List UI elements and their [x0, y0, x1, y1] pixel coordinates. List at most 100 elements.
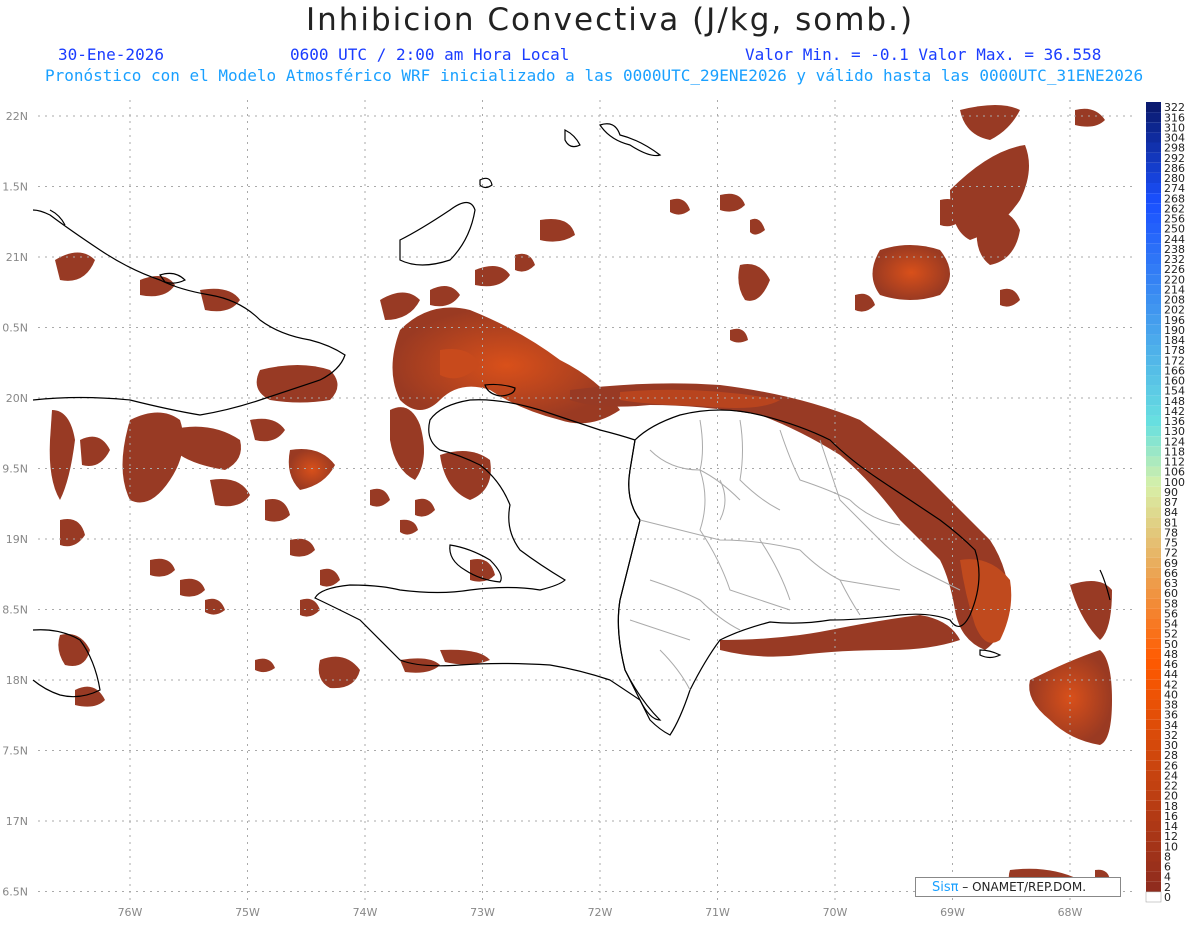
colorbar-swatch [1146, 365, 1161, 376]
lat-label: 17N [6, 815, 28, 828]
colorbar-swatch [1146, 284, 1161, 295]
lat-label: 7.5N [2, 745, 28, 758]
lon-label: 70W [823, 906, 848, 919]
colorbar-swatch [1146, 719, 1161, 730]
colorbar-swatch [1146, 790, 1161, 801]
colorbar-swatch [1146, 729, 1161, 740]
colorbar-swatch [1146, 456, 1161, 467]
lat-label: 6.5N [2, 886, 28, 899]
lat-label: 18N [6, 674, 28, 687]
lon-label: 76W [118, 906, 143, 919]
lon-label: 68W [1058, 906, 1083, 919]
colorbar-swatch [1146, 557, 1161, 568]
colorbar-swatch [1146, 274, 1161, 285]
colorbar-swatch [1146, 233, 1161, 244]
credit-brand: Sisπ [932, 880, 959, 895]
colorbar-swatch [1146, 871, 1161, 882]
lat-label: 8.5N [2, 604, 28, 617]
colorbar-swatch [1146, 193, 1161, 204]
map-canvas: 22N 1.5N 21N 0.5N 20N 9.5N 19N 8.5N 18N 7.5N 17N 6.… [2, 100, 1185, 919]
colorbar-swatch [1146, 324, 1161, 335]
longitude-labels: 76W 75W 74W 73W 72W 71W 70W 69W 68W [118, 906, 1083, 919]
colorbar-swatch [1146, 750, 1161, 761]
lat-label: 19N [6, 533, 28, 546]
colorbar-swatch [1146, 112, 1161, 123]
colorbar-swatch [1146, 598, 1161, 609]
colorbar-swatch [1146, 517, 1161, 528]
colorbar-swatch [1146, 223, 1161, 234]
colorbar-swatch [1146, 547, 1161, 558]
colorbar-swatch [1146, 355, 1161, 366]
colorbar-swatch [1146, 162, 1161, 173]
lon-label: 72W [588, 906, 613, 919]
colorbar-swatch [1146, 648, 1161, 659]
colorbar-swatch [1146, 780, 1161, 791]
colorbar-swatch [1146, 345, 1161, 356]
colorbar-swatch [1146, 810, 1161, 821]
lon-label: 74W [353, 906, 378, 919]
colorbar-swatch [1146, 679, 1161, 690]
colorbar-swatch [1146, 820, 1161, 832]
colorbar-swatch [1146, 770, 1161, 781]
colorbar-swatch [1146, 385, 1161, 396]
colorbar-swatch [1146, 800, 1161, 811]
colorbar-swatch [1146, 658, 1161, 670]
colorbar-swatch [1146, 395, 1161, 406]
colorbar-swatch [1146, 739, 1161, 751]
colorbar-swatch [1146, 669, 1161, 680]
colorbar-swatch [1146, 618, 1161, 629]
colorbar-swatch [1146, 264, 1161, 275]
colorbar-swatch [1146, 760, 1161, 771]
colorbar-swatch [1146, 496, 1161, 508]
colorbar-swatch [1146, 831, 1161, 842]
colorbar-swatch [1146, 608, 1161, 619]
colorbar-swatch [1146, 415, 1161, 427]
latitude-labels: 22N 1.5N 21N 0.5N 20N 9.5N 19N 8.5N 18N 7.5N 17N 6.… [2, 110, 28, 899]
colorbar-label: 0 [1164, 891, 1171, 904]
colorbar-swatch [1146, 213, 1161, 224]
colorbar-swatch [1146, 334, 1161, 346]
colorbar-swatch [1146, 486, 1161, 497]
colorbar-swatch [1146, 588, 1161, 599]
colorbar-swatch [1146, 243, 1161, 254]
colorbar-swatch [1146, 861, 1161, 872]
colorbar-swatch [1146, 537, 1161, 548]
lat-label: 20N [6, 392, 28, 405]
colorbar-swatch [1146, 405, 1161, 416]
colorbar-swatch [1146, 841, 1161, 852]
colorbar-swatch [1146, 466, 1161, 477]
colorbar-swatch [1146, 152, 1161, 163]
colorbar-swatch [1146, 102, 1161, 113]
colorbar-swatch [1146, 132, 1161, 143]
colorbar-swatch [1146, 446, 1161, 457]
colorbar-swatch [1145, 891, 1162, 903]
colorbar-swatch [1146, 375, 1161, 386]
colorbar-swatch [1146, 689, 1161, 700]
colorbar-swatch [1146, 527, 1161, 538]
lat-label: 21N [6, 251, 28, 264]
colorbar-swatch [1146, 881, 1161, 892]
colorbar-swatch [1146, 172, 1161, 184]
lat-label: 9.5N [2, 463, 28, 476]
lat-label: 22N [6, 110, 28, 123]
colorbar-swatch [1146, 314, 1161, 325]
colorbar-swatch [1146, 567, 1161, 578]
lat-label: 0.5N [2, 322, 28, 335]
credit-org: – ONAMET/REP.DOM. [962, 880, 1087, 894]
credit-box: Sisπ – ONAMET/REP.DOM. [915, 877, 1121, 897]
lon-label: 71W [705, 906, 730, 919]
colorbar-swatch [1146, 122, 1161, 133]
colorbar-swatch [1146, 304, 1161, 315]
lat-label: 1.5N [2, 181, 28, 194]
lon-label: 69W [940, 906, 965, 919]
colorbar-swatch [1146, 699, 1161, 710]
lon-label: 73W [470, 906, 495, 919]
colorbar-swatch [1146, 638, 1161, 649]
lon-label: 75W [235, 906, 260, 919]
colorbar-swatch [1146, 507, 1161, 518]
colorbar-swatch [1146, 203, 1161, 214]
colorbar-swatch [1146, 253, 1161, 265]
colorbar: 3223163103042982922862802742682622562502… [1145, 101, 1185, 904]
colorbar-swatch [1146, 294, 1161, 305]
colorbar-swatch [1146, 436, 1161, 447]
